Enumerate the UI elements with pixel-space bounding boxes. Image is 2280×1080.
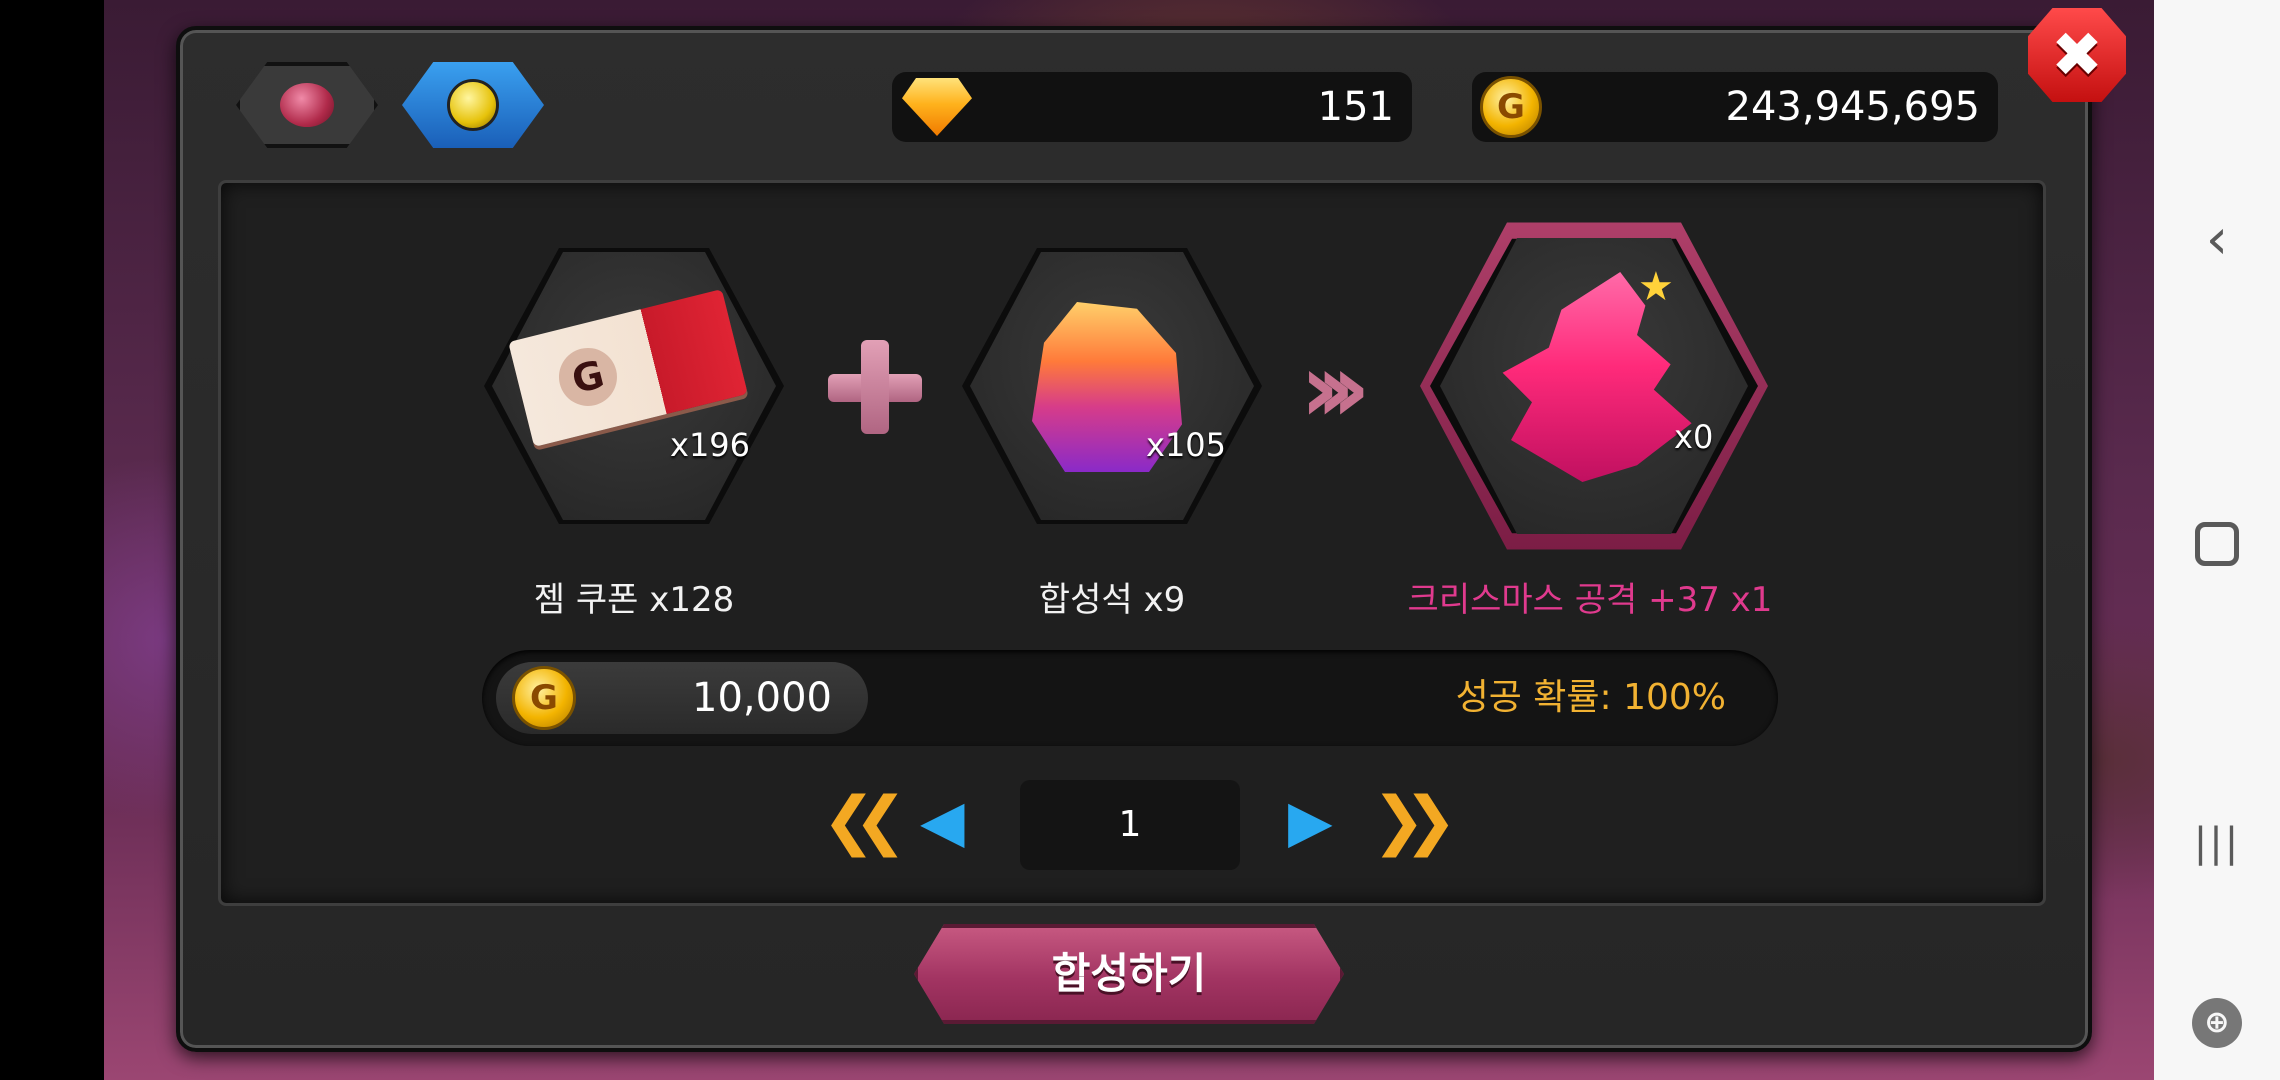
game-tools-icon[interactable]: ⊕ [2154, 998, 2280, 1048]
page-number: 1 [1020, 780, 1240, 870]
prev-page-button[interactable]: ◀ [920, 786, 965, 856]
home-icon[interactable] [2154, 522, 2280, 570]
diamond-icon [902, 78, 972, 136]
gem-balance: 151 [892, 72, 1412, 142]
synthesize-button[interactable]: 합성하기 [914, 924, 1344, 1024]
stone-owned-count: x105 [1146, 426, 1227, 464]
star-icon: ★ [1638, 264, 1674, 310]
gold-balance-value: 243,945,695 [1725, 84, 1980, 130]
coupon-requirement-label: 젬 쿠폰 x128 [533, 580, 735, 620]
result-slot[interactable]: ★ x0 [1420, 212, 1768, 560]
gem-icon [280, 83, 334, 127]
next-page-button[interactable]: ▶ [1288, 786, 1333, 856]
stone-requirement-label: 합성석 x9 [1038, 580, 1186, 620]
letterbox-left [0, 0, 104, 1080]
result-item-label: 크리스마스 공격 +37 x1 [1407, 580, 1773, 620]
plus-icon [828, 340, 922, 434]
ingredient-slot-coupon[interactable]: G x196 [484, 236, 784, 536]
cost-pill: G 10,000 [496, 662, 868, 734]
recent-apps-icon[interactable]: ||| [2154, 820, 2280, 866]
gold-cost-value: 10,000 [692, 675, 832, 721]
synthesize-button-label: 합성하기 [1051, 949, 1207, 998]
gold-balance: G 243,945,695 [1472, 72, 1998, 142]
back-icon[interactable]: ‹ [2154, 210, 2280, 270]
ingredient-slot-stone[interactable]: x105 [962, 236, 1262, 536]
android-navigation-bar: ‹ ||| ⊕ [2154, 0, 2280, 1080]
potion-icon [447, 79, 499, 131]
close-icon: ✖ [2051, 18, 2103, 91]
cost-bar: G 10,000 성공 확률: 100% [482, 650, 1778, 746]
first-page-button[interactable]: ❮❮ [822, 786, 907, 856]
result-owned-count: x0 [1674, 418, 1714, 456]
close-button[interactable]: ✖ [2028, 8, 2126, 102]
gold-coin-icon: G [1480, 76, 1542, 138]
double-chevron-right-icon: ››› [1300, 332, 1371, 444]
gold-coin-icon: G [512, 666, 576, 730]
coupon-owned-count: x196 [670, 426, 751, 464]
success-rate: 성공 확률: 100% [1455, 677, 1726, 718]
gem-balance-value: 151 [1317, 84, 1394, 130]
last-page-button[interactable]: ❯❯ [1372, 786, 1457, 856]
